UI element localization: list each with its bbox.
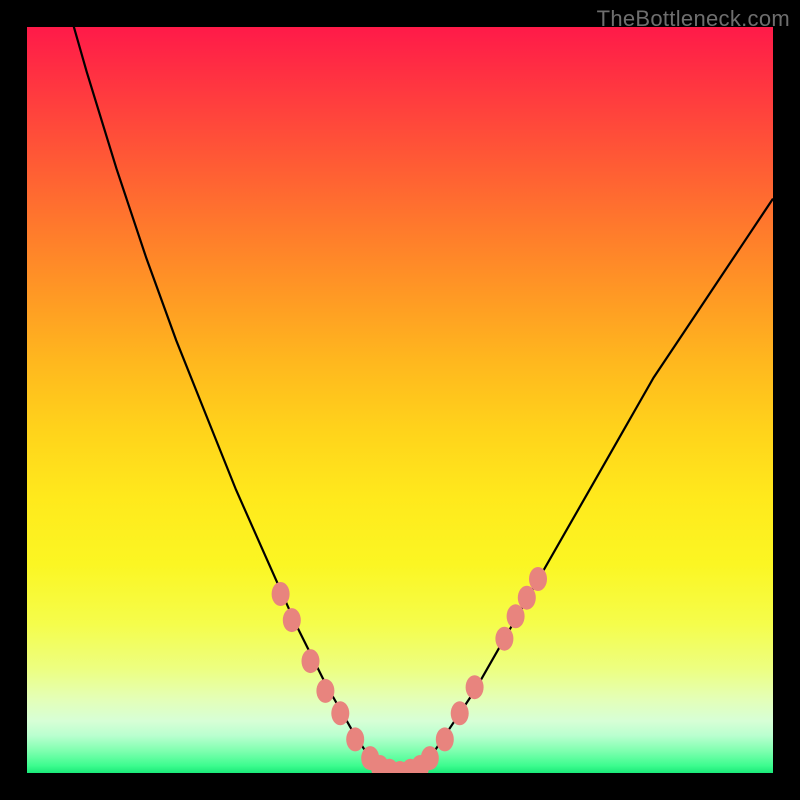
plot-area: [27, 27, 773, 773]
curve-marker: [272, 582, 290, 606]
curve-marker: [361, 746, 379, 770]
curve-marker: [401, 759, 419, 773]
curve-marker: [316, 679, 334, 703]
curve-marker: [507, 604, 525, 628]
curve-marker: [518, 586, 536, 610]
curve-marker: [381, 759, 399, 773]
curve-marker: [283, 608, 301, 632]
bottleneck-curve: [27, 27, 773, 773]
curve-marker: [391, 761, 409, 773]
curve-marker: [331, 701, 349, 725]
curve-marker: [466, 675, 484, 699]
curve-marker: [421, 746, 439, 770]
curve-marker: [495, 627, 513, 651]
curve-marker: [371, 755, 389, 773]
curve-marker: [529, 567, 547, 591]
chart-stage: TheBottleneck.com: [0, 0, 800, 800]
curve-marker: [411, 755, 429, 773]
curve-marker: [346, 727, 364, 751]
curve-marker: [302, 649, 320, 673]
curve-marker: [436, 727, 454, 751]
curve-marker: [451, 701, 469, 725]
